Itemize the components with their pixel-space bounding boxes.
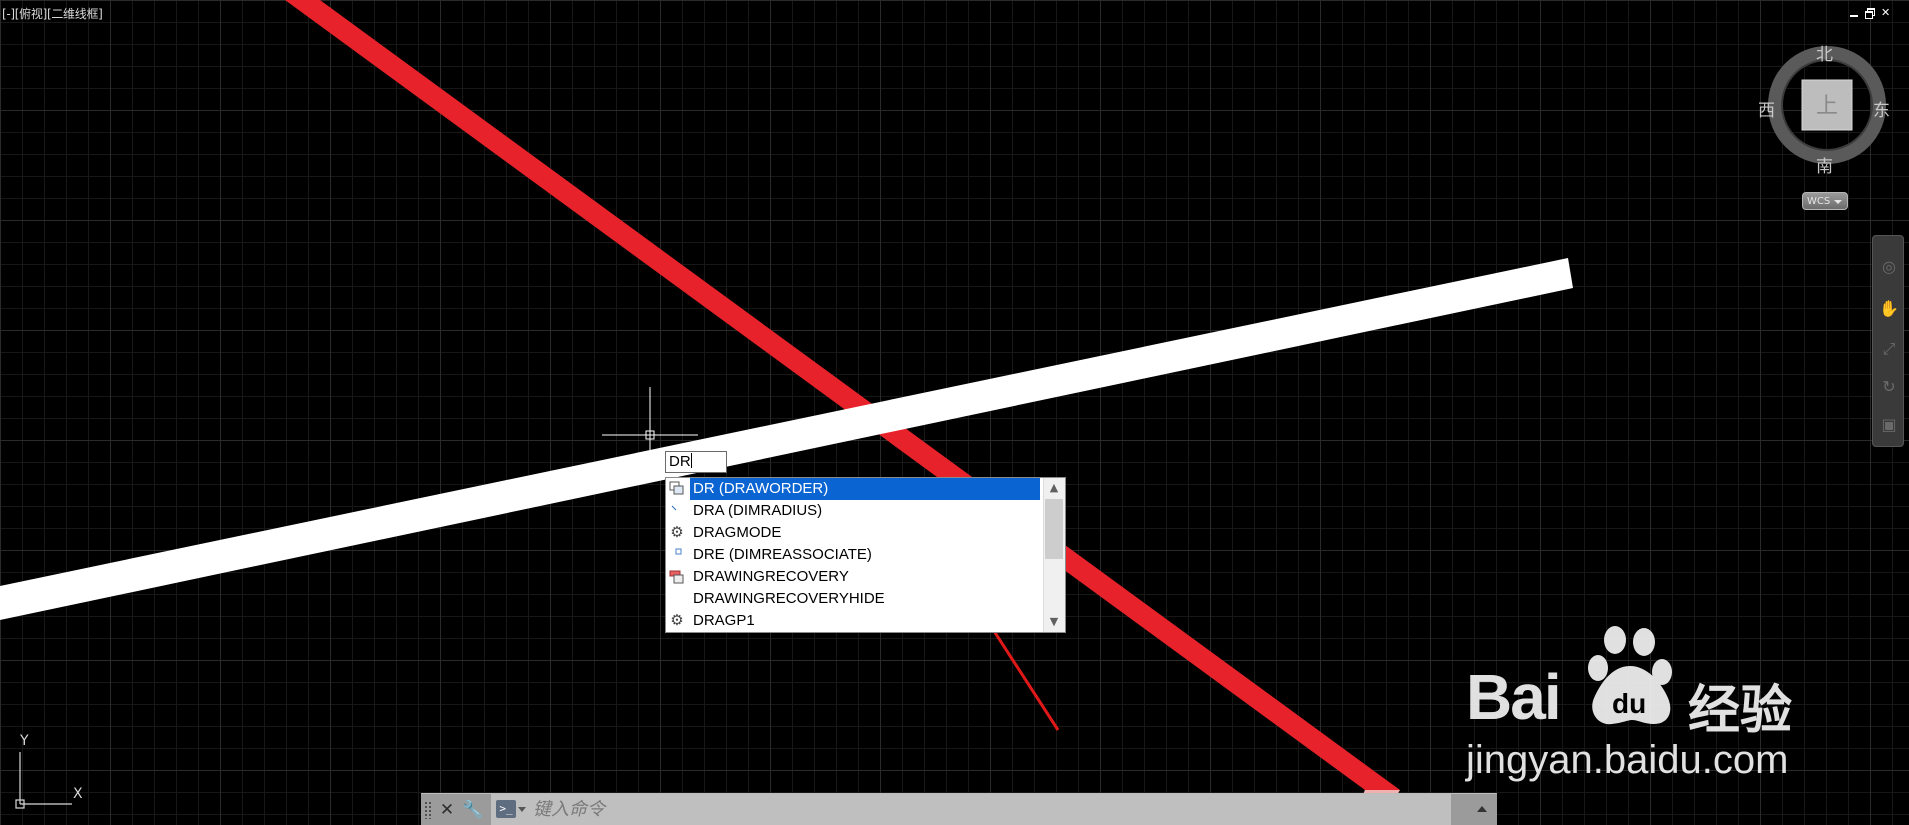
autocomplete-item-label: DRAWINGRECOVERYHIDE xyxy=(693,590,885,607)
ucs-x-label: X xyxy=(73,786,83,802)
showmotion-icon[interactable]: ▣ xyxy=(1878,414,1900,436)
scrollbar-thumb[interactable] xyxy=(1045,499,1063,559)
command-input[interactable] xyxy=(533,794,1433,825)
autocomplete-item-label: DRA (DIMRADIUS) xyxy=(693,502,823,519)
dynamic-input-field[interactable]: DR xyxy=(665,451,727,473)
restore-icon[interactable] xyxy=(1865,8,1875,19)
autocomplete-item-label: DRE (DIMREASSOCIATE) xyxy=(693,546,872,563)
command-input-area: >_ xyxy=(491,794,1451,825)
viewcube-west[interactable]: 西 xyxy=(1758,96,1775,121)
customize-wrench-icon[interactable]: 🔧 xyxy=(461,798,485,822)
text-caret xyxy=(690,453,692,468)
orbit-icon[interactable]: ↻ xyxy=(1878,376,1900,398)
drawing-canvas[interactable]: [-][俯视][二维线框] ✕ 上 北 南 东 西 WCS ◎ ✋ ⤢ ↻ ▣ … xyxy=(0,0,1909,825)
steering-wheel-icon[interactable]: ◎ xyxy=(1878,256,1900,278)
autocomplete-item[interactable]: ⚙ DRAGP1 xyxy=(666,610,1044,632)
recent-commands-icon[interactable]: >_ xyxy=(496,800,516,818)
autocomplete-list[interactable]: DR (DRAWORDER) DRA (DIMRADIUS) ⚙ DRAGMOD… xyxy=(665,477,1066,633)
autocomplete-item[interactable]: DRE (DIMREASSOCIATE) xyxy=(666,544,1044,566)
viewport-controls: ✕ xyxy=(1849,7,1891,19)
watermark-brand-left: Bai xyxy=(1466,661,1562,733)
drag-handle-icon[interactable] xyxy=(424,801,432,819)
ucs-y-label: Y xyxy=(20,733,29,749)
autocomplete-item-label: DRAWINGRECOVERY xyxy=(693,568,849,585)
dimreassociate-icon xyxy=(669,547,685,563)
viewcube-north[interactable]: 北 xyxy=(1816,40,1833,65)
close-icon[interactable]: ✕ xyxy=(1881,7,1891,18)
gear-icon: ⚙ xyxy=(670,524,684,541)
autocomplete-item[interactable]: DRA (DIMRADIUS) xyxy=(666,500,1044,522)
watermark-paw-text: du xyxy=(1612,688,1647,719)
viewcube-face-top[interactable]: 上 xyxy=(1816,88,1838,120)
minimize-icon[interactable] xyxy=(1849,8,1859,18)
red-line[interactable] xyxy=(285,0,1400,790)
pan-icon[interactable]: ✋ xyxy=(1878,298,1900,320)
autocomplete-scrollbar[interactable]: ▲ ▼ xyxy=(1043,478,1065,632)
watermark-url: jingyan.baidu.com xyxy=(1466,738,1789,782)
scroll-down-icon[interactable]: ▼ xyxy=(1044,612,1064,632)
baidu-jingyan-watermark: Bai du 经验 jingyan.baidu.com xyxy=(1462,618,1802,788)
gear-icon: ⚙ xyxy=(670,612,684,629)
viewport-label[interactable]: [-][俯视][二维线框] xyxy=(2,5,103,22)
autocomplete-item[interactable]: DRAWINGRECOVERYHIDE xyxy=(666,588,1044,610)
viewcube-south[interactable]: 南 xyxy=(1816,152,1833,177)
dynamic-input-value: DR xyxy=(669,453,691,470)
viewcube-east[interactable]: 东 xyxy=(1873,96,1890,121)
scroll-up-icon[interactable]: ▲ xyxy=(1044,478,1064,498)
dimradius-icon xyxy=(669,503,685,519)
autocomplete-item[interactable]: DRAWINGRECOVERY xyxy=(666,566,1044,588)
chevron-down-icon[interactable] xyxy=(518,807,526,812)
navigation-bar: ◎ ✋ ⤢ ↻ ▣ xyxy=(1872,235,1904,447)
zoom-extents-icon[interactable]: ⤢ xyxy=(1878,338,1900,360)
drawing-recovery-icon xyxy=(669,569,685,585)
autocomplete-item-label: DRAGMODE xyxy=(693,524,782,541)
command-line: ✕ 🔧 >_ xyxy=(421,793,1497,825)
command-history-up-icon[interactable] xyxy=(1477,806,1487,812)
wcs-menu[interactable]: WCS xyxy=(1802,192,1848,210)
autocomplete-item[interactable]: ⚙ DRAGMODE xyxy=(666,522,1044,544)
autocomplete-item-label: DRAGP1 xyxy=(693,612,755,629)
autocomplete-item[interactable]: DR (DRAWORDER) xyxy=(666,478,1044,500)
close-command-line-icon[interactable]: ✕ xyxy=(435,798,459,822)
autocomplete-item-label: DR (DRAWORDER) xyxy=(690,478,1040,500)
draworder-icon xyxy=(669,481,685,497)
watermark-brand-right: 经验 xyxy=(1688,681,1793,741)
